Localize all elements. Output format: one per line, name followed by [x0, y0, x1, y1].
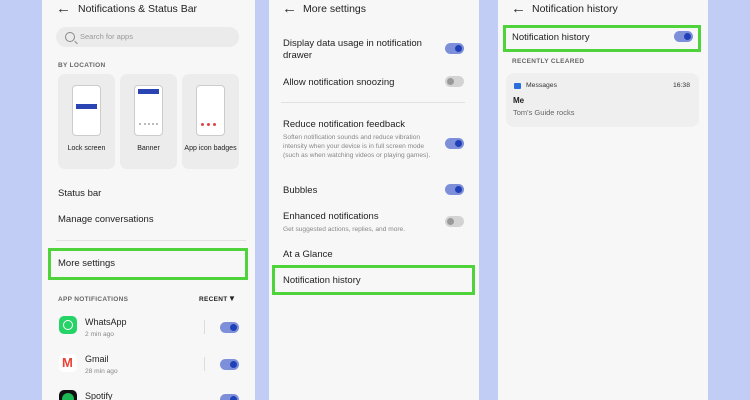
more-settings-screen: ← More settings Display data usage in no… [269, 0, 479, 400]
spotify-toggle[interactable] [220, 394, 239, 400]
header: ← More settings [269, 0, 479, 20]
separator [204, 357, 205, 371]
gmail-toggle[interactable] [220, 359, 239, 370]
separator [204, 320, 205, 334]
app-name: Gmail [85, 354, 109, 364]
page-title: More settings [303, 3, 367, 15]
badges-preview [196, 85, 225, 136]
banner-card[interactable]: Banner [120, 74, 177, 169]
enhanced-description: Get suggested actions, replies, and more… [283, 226, 406, 233]
gmail-icon: M [59, 354, 77, 372]
status-bar-item[interactable]: Status bar [58, 188, 101, 199]
display-data-usage-toggle[interactable] [445, 43, 464, 54]
app-time: 2 min ago [85, 331, 114, 338]
allow-snoozing-toggle[interactable] [445, 76, 464, 87]
lock-screen-preview [72, 85, 101, 136]
notification-message: Tom's Guide rocks [513, 108, 575, 117]
sort-recent[interactable]: RECENT [199, 296, 228, 303]
display-data-usage-item[interactable]: Display data usage in notification drawe… [283, 38, 433, 62]
divider [281, 102, 465, 103]
reduce-feedback-description: Soften notification sounds and reduce vi… [283, 134, 431, 159]
app-icon-badges-card[interactable]: App icon badges [182, 74, 239, 169]
whatsapp-icon [59, 316, 77, 334]
notification-history-item[interactable]: Notification history [283, 275, 361, 286]
back-arrow-icon[interactable]: ← [282, 1, 297, 17]
search-field[interactable]: Search for apps [56, 27, 239, 47]
enhanced-notifications-item[interactable]: Enhanced notifications [283, 211, 379, 222]
page-title: Notification history [532, 3, 618, 15]
allow-snoozing-item[interactable]: Allow notification snoozing [283, 77, 394, 88]
notification-history-screen: ← Notification history Notification hist… [498, 0, 708, 400]
divider [56, 240, 246, 241]
spotify-icon [59, 390, 77, 400]
card-label: Lock screen [67, 145, 106, 152]
section-app-notifications: APP NOTIFICATIONS [58, 296, 129, 303]
notification-app: Messages [526, 82, 557, 89]
bubbles-item[interactable]: Bubbles [283, 185, 317, 196]
section-recently-cleared: RECENTLY CLEARED [512, 58, 585, 65]
reduce-feedback-item[interactable]: Reduce notification feedback [283, 119, 405, 130]
app-name: Spotify [85, 391, 113, 400]
page-title: Notifications & Status Bar [78, 3, 198, 15]
lock-screen-card[interactable]: Lock screen [58, 74, 115, 169]
back-arrow-icon[interactable]: ← [56, 1, 71, 17]
app-name: WhatsApp [85, 317, 127, 327]
header: ← Notification history [498, 0, 708, 20]
search-icon [65, 32, 75, 42]
notification-history-toggle[interactable] [674, 31, 693, 42]
back-arrow-icon[interactable]: ← [511, 1, 526, 17]
notification-sender: Me [513, 96, 525, 105]
manage-conversations-item[interactable]: Manage conversations [58, 214, 154, 225]
history-toggle-label[interactable]: Notification history [512, 32, 590, 43]
header: ← Notifications & Status Bar [42, 0, 255, 20]
notification-time: 16:38 [672, 82, 690, 89]
notifications-status-bar-screen: ← Notifications & Status Bar Search for … [42, 0, 255, 400]
banner-preview [134, 85, 163, 136]
bubbles-toggle[interactable] [445, 184, 464, 195]
reduce-feedback-toggle[interactable] [445, 138, 464, 149]
card-label: Banner [137, 145, 160, 152]
search-placeholder: Search for apps [80, 32, 133, 41]
whatsapp-toggle[interactable] [220, 322, 239, 333]
messages-icon [514, 83, 521, 89]
notification-card[interactable]: Messages 16:38 Me Tom's Guide rocks [506, 73, 699, 127]
at-a-glance-item[interactable]: At a Glance [283, 249, 333, 260]
app-time: 28 min ago [85, 368, 118, 375]
card-label: App icon badges [184, 145, 237, 152]
dropdown-triangle-icon[interactable]: ▼ [228, 294, 236, 303]
section-by-location: BY LOCATION [58, 62, 106, 69]
more-settings-item[interactable]: More settings [58, 258, 115, 269]
enhanced-notifications-toggle[interactable] [445, 216, 464, 227]
